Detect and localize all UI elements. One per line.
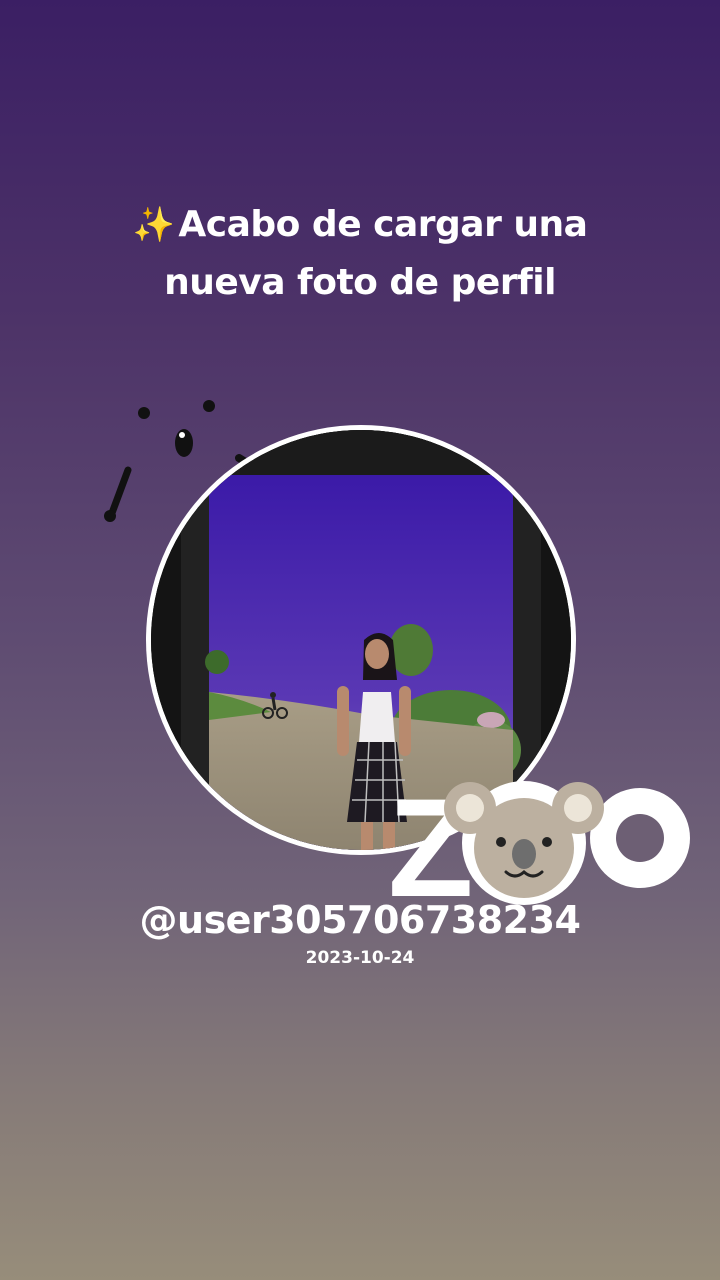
- headline: ✨ Acabo de cargar una nueva foto de perfi…: [60, 196, 660, 312]
- headline-text-2: nueva foto de perfil: [164, 262, 556, 303]
- zoo-sticker: Z: [388, 769, 690, 908]
- username: @user305706738234: [139, 898, 581, 942]
- headline-line-1: ✨ Acabo de cargar una: [60, 196, 660, 254]
- sparkles-icon: ✨: [132, 205, 175, 245]
- headline-text-1: Acabo de cargar una: [178, 204, 588, 245]
- post-date: 2023-10-24: [305, 948, 415, 968]
